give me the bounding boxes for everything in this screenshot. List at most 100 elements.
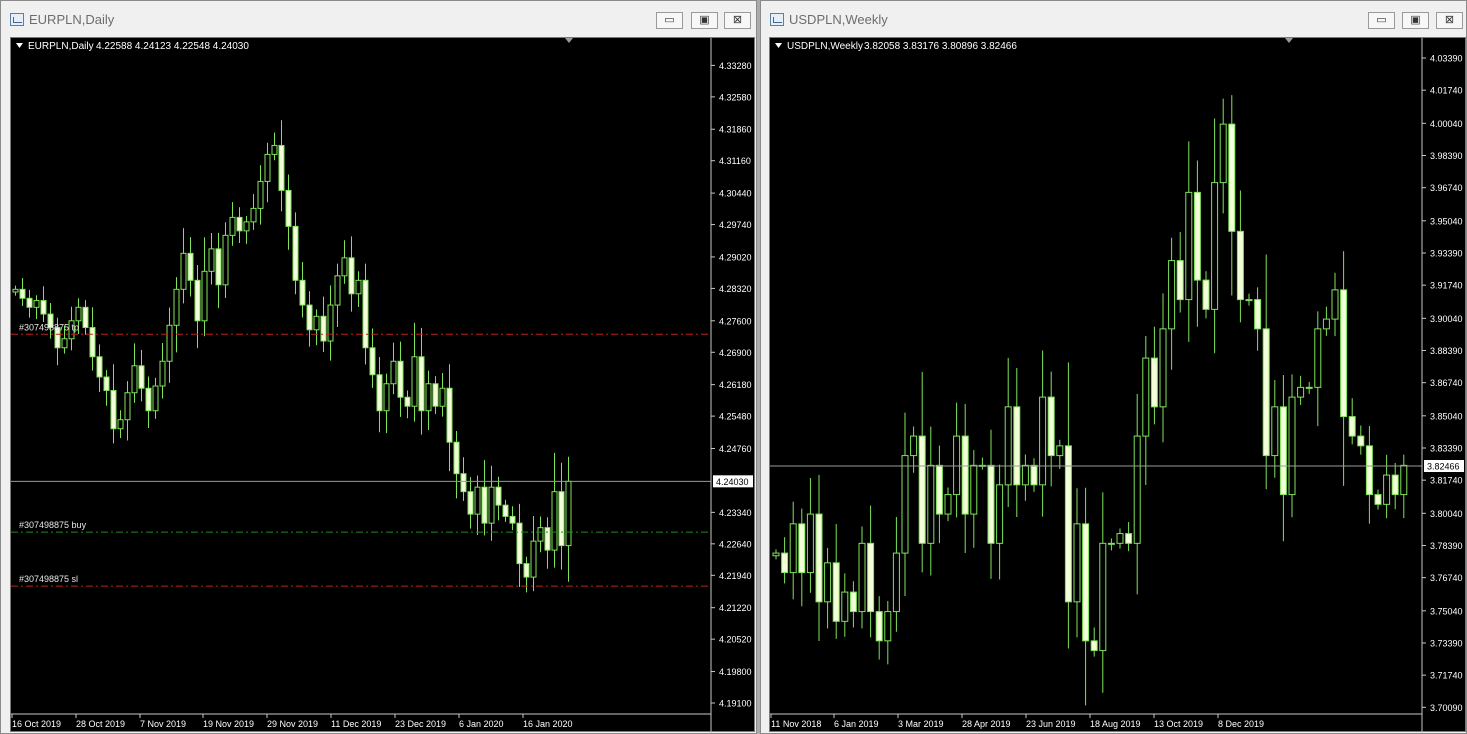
- minimize-button[interactable]: ▭: [1368, 12, 1395, 29]
- candle-body: [892, 552, 900, 613]
- candle-body: [1322, 318, 1330, 330]
- candle-body: [1211, 182, 1219, 310]
- price-tick-label: 4.25480: [719, 412, 752, 422]
- price-tick-label: 3.76740: [1430, 573, 1463, 583]
- price-tick-label: 3.73390: [1430, 638, 1463, 648]
- price-tick-label: 3.98390: [1430, 151, 1463, 161]
- window-title: USDPLN,Weekly: [789, 12, 888, 27]
- candle-body: [439, 387, 446, 407]
- chart-symbol: USDPLN,Weekly: [787, 41, 863, 52]
- candle-body: [61, 338, 68, 349]
- candle-body: [523, 563, 530, 578]
- candle-body: [369, 347, 376, 376]
- restore-button[interactable]: ▣: [1402, 12, 1429, 29]
- candle-body: [1219, 123, 1227, 184]
- close-button[interactable]: ⊠: [724, 12, 751, 29]
- shift-marker-icon: [565, 38, 573, 43]
- dropdown-triangle-icon[interactable]: [775, 43, 782, 48]
- candle-body: [798, 523, 806, 574]
- candle-body: [173, 288, 180, 326]
- candle-body: [320, 315, 327, 342]
- candle-body: [75, 306, 82, 322]
- trade-level-label: #307498875 sl: [19, 574, 78, 584]
- candle-body: [257, 180, 264, 209]
- candle-body: [131, 365, 138, 394]
- candle-body: [1357, 435, 1365, 447]
- candle-body: [215, 248, 222, 286]
- trade-levels: #307498875 tp #307498875 buy #307498875 sl: [11, 322, 711, 587]
- eurpln-chart[interactable]: #307498875 tp #307498875 buy #307498875 sl…: [10, 37, 756, 733]
- candle-body: [1030, 464, 1038, 486]
- time-tick-label: 28 Apr 2019: [962, 719, 1011, 729]
- candle-body: [815, 513, 823, 603]
- candle-body: [558, 491, 565, 547]
- candle-body: [390, 360, 397, 385]
- time-tick-label: 6 Jan 2019: [834, 719, 879, 729]
- candle-body: [1047, 396, 1055, 457]
- time-tick-label: 8 Dec 2019: [1218, 719, 1264, 729]
- price-tick-label: 4.29020: [719, 252, 752, 262]
- price-tick-label: 4.21940: [719, 571, 752, 581]
- candle-body: [875, 611, 883, 642]
- candle-body: [1271, 406, 1279, 457]
- price-axis: 4.33280 4.32580 4.31860 4.31160 4.30440 4.297…: [710, 38, 753, 733]
- eurpln-window[interactable]: EURPLN,Daily ▭ ▣ ⊠ #307498875 tp #3074988…: [0, 0, 757, 734]
- candle-body: [488, 486, 495, 524]
- candle-body: [970, 464, 978, 515]
- price-tick-label: 4.30440: [719, 189, 752, 199]
- price-tick-label: 4.29740: [719, 220, 752, 230]
- candle-body: [537, 527, 544, 542]
- candle-body: [1193, 191, 1201, 281]
- candle-body: [1107, 542, 1115, 545]
- candle-body: [1039, 396, 1047, 486]
- candle-body: [1004, 406, 1012, 486]
- candle-body: [495, 486, 502, 506]
- restore-button[interactable]: ▣: [691, 12, 718, 29]
- time-tick-label: 11 Nov 2018: [771, 719, 821, 729]
- candle-body: [1245, 299, 1253, 302]
- candle-body: [987, 464, 995, 544]
- time-tick-label: 13 Oct 2019: [1154, 719, 1203, 729]
- dropdown-triangle-icon[interactable]: [16, 43, 23, 48]
- candle-body: [89, 327, 96, 358]
- usdpln-titlebar[interactable]: USDPLN,Weekly ▭ ▣ ⊠: [761, 1, 1466, 38]
- chart-window-icon: [770, 13, 784, 26]
- minimize-button[interactable]: ▭: [656, 12, 683, 29]
- eurpln-titlebar[interactable]: EURPLN,Daily ▭ ▣ ⊠: [1, 1, 756, 38]
- candle-body: [362, 279, 369, 349]
- price-tick-label: 3.90040: [1430, 314, 1463, 324]
- candle-body: [236, 216, 243, 232]
- time-tick-label: 19 Nov 2019: [203, 719, 254, 729]
- candle-body: [1254, 299, 1262, 330]
- candle-body: [40, 300, 47, 315]
- candle-body: [1056, 445, 1064, 457]
- candle-body: [1099, 542, 1107, 652]
- candle-body: [858, 542, 866, 613]
- usdpln-chart-svg[interactable]: 4.03390 4.01740 4.00040 3.98390 3.96740 3.950…: [770, 38, 1467, 733]
- candle-body: [927, 464, 935, 544]
- candle-body: [1202, 279, 1210, 310]
- time-axis: 16 Oct 2019 28 Oct 2019 7 Nov 2019 19 Nov 2…: [11, 713, 711, 729]
- candle-body: [551, 491, 558, 551]
- candle-body: [467, 491, 474, 515]
- candle-body: [841, 591, 849, 622]
- candle-body: [152, 385, 159, 412]
- eurpln-chart-svg[interactable]: #307498875 tp #307498875 buy #307498875 sl…: [11, 38, 756, 733]
- candle-body: [124, 392, 131, 421]
- candle-body: [145, 387, 152, 412]
- candle-body: [789, 523, 797, 574]
- candle-body: [425, 383, 432, 412]
- candle-body: [1374, 494, 1382, 505]
- candle-body: [935, 464, 943, 515]
- close-button[interactable]: ⊠: [1436, 12, 1463, 29]
- usdpln-window[interactable]: USDPLN,Weekly ▭ ▣ ⊠ 4.03390 4.01740 4.0004…: [760, 0, 1467, 734]
- candle-body: [229, 216, 236, 236]
- candle-body: [166, 324, 173, 362]
- usdpln-chart[interactable]: 4.03390 4.01740 4.00040 3.98390 3.96740 3.950…: [769, 37, 1467, 733]
- price-tick-label: 3.80040: [1430, 509, 1463, 519]
- candle-body: [884, 611, 892, 642]
- candle-body: [243, 221, 250, 232]
- price-axis: 4.03390 4.01740 4.00040 3.98390 3.96740 3.950…: [1421, 38, 1464, 733]
- candle-body: [1340, 289, 1348, 418]
- candle-body: [1228, 123, 1236, 232]
